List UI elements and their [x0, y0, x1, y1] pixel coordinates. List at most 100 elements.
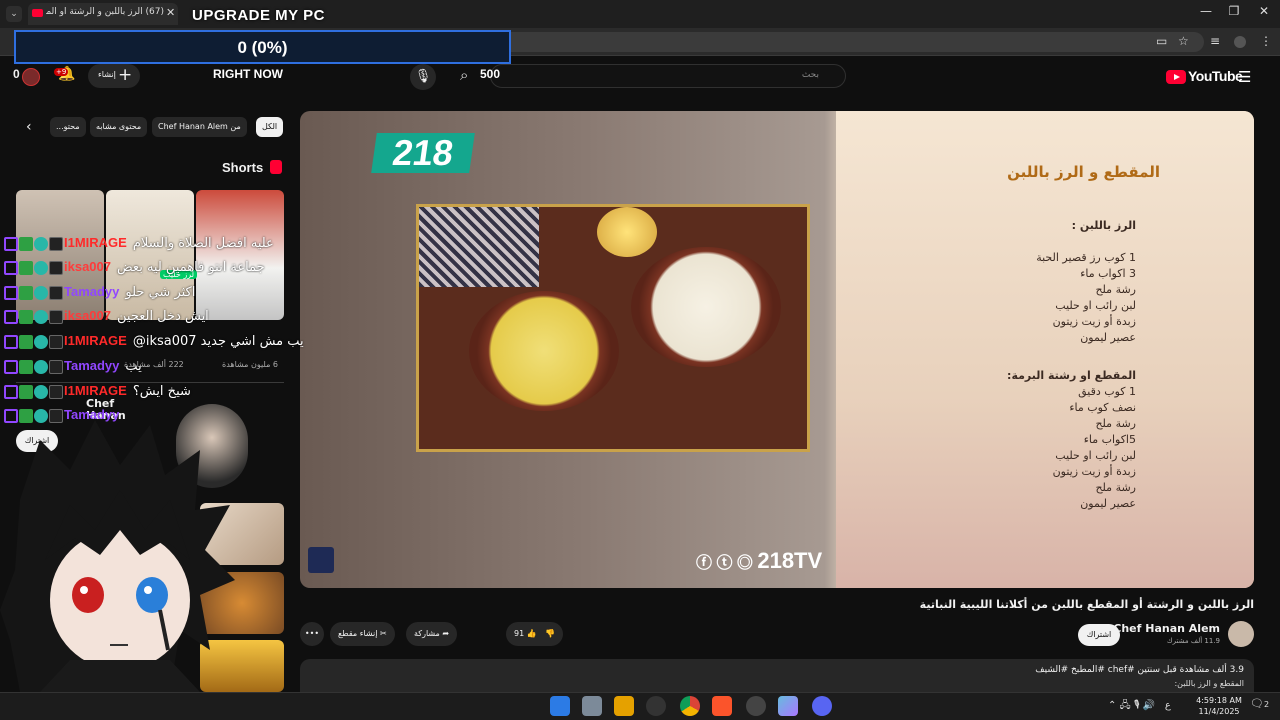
restore-button[interactable]: ❐	[1224, 4, 1244, 18]
chat-username: I1MIRAGE	[64, 235, 127, 250]
chat-line: Tamadyy	[4, 407, 125, 423]
chat-message: ايش دخل العجين	[117, 309, 209, 324]
stream-overlay-right-now: RIGHT NOW	[213, 67, 283, 81]
tab-search-dropdown[interactable]: ⌄	[6, 6, 22, 22]
search-icon: ⌕	[460, 66, 469, 84]
notification-badge: +9	[54, 68, 69, 76]
channel-218-logo: 218	[371, 132, 475, 173]
description-text: المقطع و الرز باللبن:	[1174, 679, 1244, 688]
cast-icon[interactable]: ▭	[1156, 34, 1167, 48]
description-meta: 3.9 ألف مشاهدة قبل سنتين #chef #المطبخ #…	[1035, 665, 1244, 675]
taskbar-app-chrome-icon[interactable]	[680, 696, 700, 716]
minimize-button[interactable]: —	[1196, 4, 1216, 18]
bookmark-star-icon[interactable]: ☆	[1178, 34, 1189, 48]
account-avatar[interactable]	[22, 68, 40, 86]
recipe-line: نصف كوب ماء	[1069, 401, 1136, 414]
like-dislike-group[interactable]: 91 👍 👎	[506, 622, 564, 646]
more-actions-button[interactable]: •••	[300, 622, 324, 646]
twitch-icon	[4, 359, 18, 374]
chip-more[interactable]: محتو...	[50, 117, 86, 137]
gem-badge-icon	[34, 236, 48, 251]
short-thumbnail-1[interactable]	[16, 190, 104, 320]
youtube-logo-text: YouTube	[1188, 68, 1243, 84]
check-badge-icon	[19, 408, 33, 423]
recipe-line: لبن رائب او حليب	[1055, 449, 1136, 462]
hidden-eye-icon	[49, 334, 63, 349]
taskbar-app-steam-icon[interactable]	[746, 696, 766, 716]
browser-tab-active[interactable]: (67) الرز باللبن و الرشتة أو المقطع... ✕	[28, 3, 178, 25]
taskbar-app-explorer-icon[interactable]	[582, 696, 602, 716]
player-corner-badge	[308, 547, 334, 573]
share-button[interactable]: مشاركة ➦	[406, 622, 458, 646]
recipe-line: لبن رائب او حليب	[1055, 299, 1136, 312]
video-title: الرز باللبن و الرشتة أو المقطع باللبن من…	[919, 598, 1254, 611]
share-icon: ➦	[442, 629, 450, 638]
hamburger-menu-icon[interactable]: ☰	[1238, 68, 1251, 86]
hidden-eye-icon	[49, 309, 63, 324]
twitch-icon	[4, 384, 18, 399]
channel-avatar[interactable]	[1228, 621, 1254, 647]
hidden-eye-icon	[49, 260, 63, 275]
channel-name[interactable]: Chef Hanan Alem	[1110, 622, 1220, 635]
chat-message: @iksa007 يب مش اشي جديد	[132, 334, 304, 349]
recipe-line: 5اكواب ماء	[1083, 433, 1136, 446]
recipe-line: رشة ملح	[1095, 481, 1136, 494]
chat-line: Tamadyy يب	[4, 358, 142, 374]
chat-line: I1MIRAGE @iksa007 يب مش اشي جديد	[4, 333, 304, 349]
shorts-logo-icon	[270, 160, 282, 174]
short-thumbnail-2[interactable]	[106, 190, 194, 320]
tab-close-icon[interactable]: ✕	[166, 6, 175, 19]
clip-button[interactable]: إنشاء مقطع ✂	[330, 622, 395, 646]
chips-prev-chevron-icon[interactable]: ‹	[26, 119, 32, 135]
chat-username: I1MIRAGE	[64, 383, 127, 398]
chat-username: Tamadyy	[64, 407, 120, 422]
media-control-icon[interactable]: ≡	[1210, 34, 1220, 48]
video-player[interactable]: 218 المقطع و الرز باللبن الرز باللبن : 1 …	[300, 111, 1254, 588]
notification-count: 2	[1263, 700, 1270, 709]
browser-menu-icon[interactable]: ⋮	[1260, 34, 1272, 48]
taskbar-clock[interactable]: 4:59:18 AM 11/4/2025	[1196, 695, 1242, 717]
subscriber-count: 11.9 ألف مشترك	[1166, 637, 1220, 645]
hidden-eye-icon	[49, 384, 63, 399]
taskbar-app-obs-icon[interactable]	[646, 696, 666, 716]
like-icon[interactable]: 👍	[527, 629, 537, 638]
subscribe-button[interactable]: اشتراك	[1078, 624, 1120, 646]
gem-badge-icon	[34, 260, 48, 275]
vtuber-avatar	[0, 420, 235, 692]
short-views-2: 6 مليون مشاهدة	[222, 360, 279, 369]
close-window-button[interactable]: ✕	[1254, 4, 1274, 18]
tray-language[interactable]: ع	[1165, 700, 1171, 711]
brand-name: 218TV	[757, 548, 823, 573]
profile-avatar[interactable]	[1234, 36, 1246, 48]
recipe-line: عصير ليمون	[1080, 497, 1136, 510]
check-badge-icon	[19, 285, 33, 300]
youtube-favicon-icon	[32, 9, 43, 17]
chip-similar[interactable]: محتوى مشابه	[90, 117, 148, 137]
dislike-icon[interactable]: 👎	[545, 629, 555, 638]
notification-center-icon[interactable]: 🗨2	[1250, 697, 1269, 710]
gem-badge-icon	[34, 309, 48, 324]
create-button[interactable]: إنشاء +	[88, 64, 140, 88]
taskbar-app-discord-icon[interactable]	[812, 696, 832, 716]
chip-from-channel[interactable]: من Chef Hanan Alem	[152, 117, 247, 137]
bowl-maqtaa	[469, 291, 619, 411]
lemon-bowl	[597, 207, 657, 257]
hidden-eye-icon	[49, 359, 63, 374]
taskbar-app-streamlabs-icon[interactable]	[778, 696, 798, 716]
short-thumbnail-3[interactable]	[196, 190, 284, 320]
chip-all[interactable]: الكل	[256, 117, 284, 137]
chat-line: iksa007 ايش دخل العجين	[4, 308, 209, 324]
voice-search-mic-icon[interactable]: 🎙	[410, 64, 436, 90]
gem-badge-icon	[34, 384, 48, 399]
twitch-icon	[4, 285, 18, 300]
taskbar-app-store-icon[interactable]	[614, 696, 634, 716]
search-input[interactable]: بحث	[490, 64, 846, 88]
system-tray[interactable]: ⌃ 🖧 🎙 🔊 ع	[1108, 698, 1171, 715]
check-badge-icon	[19, 334, 33, 349]
chat-line: I1MIRAGE عليه افضل الصلاة والسلام	[4, 235, 274, 251]
chat-message: شيخ ايش؟	[132, 384, 191, 399]
chat-message: اكثر شي حلو	[125, 285, 196, 300]
taskbar-app-brave-icon[interactable]	[712, 696, 732, 716]
check-badge-icon	[19, 384, 33, 399]
taskbar-app-files-icon[interactable]	[550, 696, 570, 716]
